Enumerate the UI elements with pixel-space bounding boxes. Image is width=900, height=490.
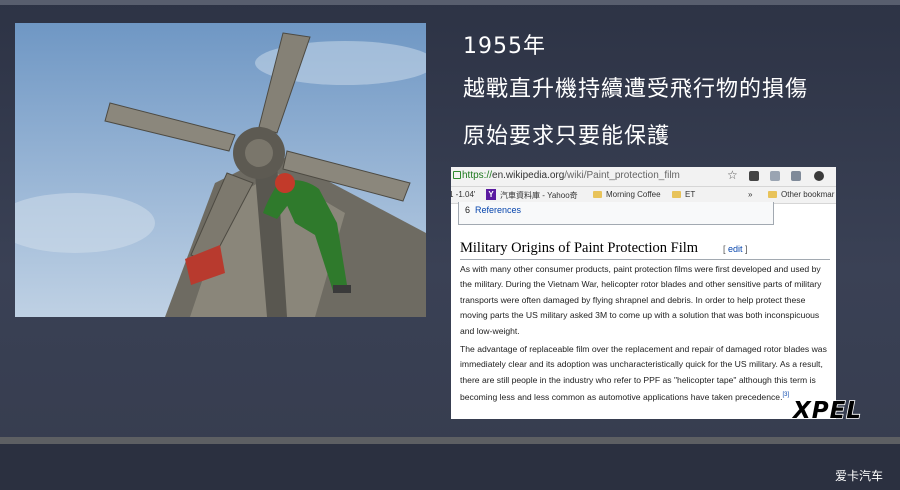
slide-year: 1955年 [463, 34, 546, 59]
paragraph-advantage: The advantage of replaceable film over t… [460, 342, 834, 405]
bookmark-et-label: ET [685, 190, 696, 199]
extension-icon[interactable] [791, 171, 801, 181]
edit-link[interactable]: edit [728, 244, 743, 254]
slide-bottom-area [0, 444, 900, 490]
bookmark-yahoo[interactable]: 汽車資料庫 - Yahoo奇 [500, 190, 578, 201]
yahoo-icon: Y [486, 189, 496, 200]
toc-link[interactable]: References [475, 205, 521, 215]
address-bar[interactable]: https://en.wikipedia.org/wiki/Paint_prot… [451, 167, 836, 187]
folder-icon [768, 191, 777, 198]
slide-line-original-requirement: 原始要求只要能保護 [463, 124, 671, 149]
url-host: en.wikipedia.org [492, 170, 565, 181]
paragraph-origins: As with many other consumer products, pa… [460, 264, 822, 336]
lock-icon [453, 171, 461, 179]
extension-icon[interactable] [814, 171, 824, 181]
bookmarks-overflow-chevron[interactable]: » [748, 190, 752, 199]
xpel-logo-text: XPEL [791, 398, 862, 424]
edit-bracket-close: ] [742, 244, 748, 254]
watermark: 爱卡汽车 [835, 469, 884, 483]
extension-icon[interactable] [770, 171, 780, 181]
bookmark-other-label: Other bookmar [781, 190, 835, 199]
bookmark-morning-coffee-label: Morning Coffee [606, 190, 661, 199]
bookmark-et[interactable]: ET [672, 190, 695, 199]
heading-divider [460, 259, 830, 260]
url-text[interactable]: https://en.wikipedia.org/wiki/Paint_prot… [462, 170, 680, 181]
browser-screenshot: https://en.wikipedia.org/wiki/Paint_prot… [451, 167, 836, 419]
bookmark-morning-coffee[interactable]: Morning Coffee [593, 190, 661, 199]
folder-icon [593, 191, 602, 198]
star-icon[interactable]: ☆ [727, 168, 738, 182]
paragraph-advantage-text: The advantage of replaceable film over t… [460, 344, 827, 403]
edit-section-link: [ edit ] [723, 244, 748, 254]
extension-icon[interactable] [749, 171, 759, 181]
bookmark-other[interactable]: Other bookmar [768, 190, 834, 199]
url-protocol: https:// [462, 170, 493, 181]
bookmark-truncated[interactable]: 1 -1.04' [451, 190, 475, 199]
section-heading: Military Origins of Paint Protection Fil… [460, 240, 699, 256]
toc-number: 6 [465, 205, 471, 215]
top-strip [0, 0, 900, 5]
url-path: /wiki/Paint_protection_film [564, 170, 680, 181]
slide-footer-band [0, 437, 900, 444]
folder-icon [672, 191, 681, 198]
helicopter-rotor-photo [15, 23, 426, 317]
xpel-logo: XPEL [779, 395, 887, 425]
table-of-contents: 6 References [458, 202, 774, 225]
toc-item-references[interactable]: 6 References [465, 205, 521, 215]
slide-line-vietnam-damage: 越戰直升機持續遭受飛行物的損傷 [463, 77, 809, 102]
